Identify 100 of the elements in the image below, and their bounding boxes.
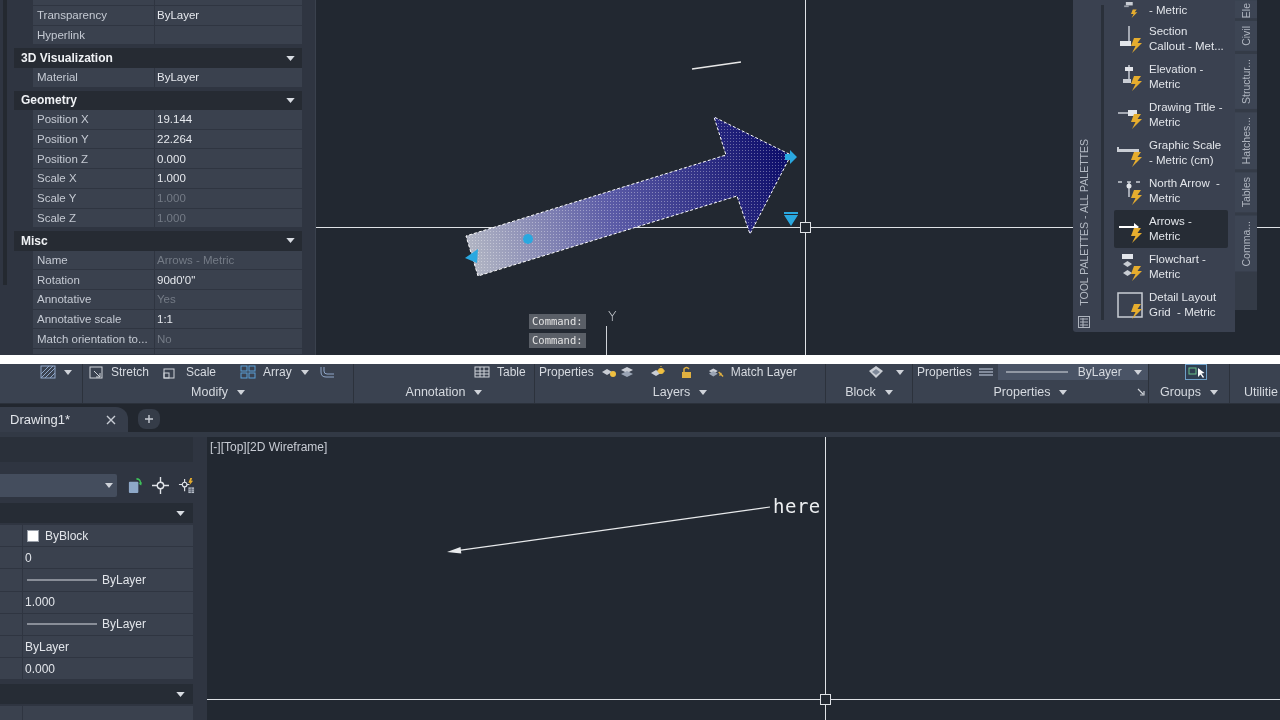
palette-tab[interactable]: Ele [1235,0,1257,19]
palette-tab[interactable]: Structur... [1235,54,1257,109]
ucs-axis-line [606,326,607,355]
panel-title-button[interactable]: Modify [191,384,245,399]
palette-item[interactable]: Flowchart - Metric [1114,248,1228,286]
property-value[interactable]: 0.000 [155,149,302,170]
linetype-sample-icon [27,577,97,582]
caret-icon [884,389,893,395]
property-value[interactable]: 1:1 [155,309,302,330]
block-arrow-shape[interactable] [465,116,792,277]
property-value[interactable]: ByLayer [155,67,302,88]
ribbon-tool-button[interactable]: Table [474,365,526,379]
property-label: Rotation [33,270,155,291]
drawing-text[interactable]: here [773,495,821,517]
close-icon[interactable] [106,414,116,425]
caret-icon[interactable] [300,369,309,375]
caret-icon [699,389,708,395]
palette-item[interactable]: Detail Layout Grid - Metric [1114,286,1228,324]
ribbon-tool-button[interactable]: Properties [539,365,594,379]
panel-title-button[interactable]: Layers [652,384,708,399]
stretch-icon [88,365,104,379]
caret-icon[interactable] [896,369,904,375]
palette-item[interactable]: Elevation - Metric [1114,58,1228,96]
property-value[interactable]: 90d0'0" [155,270,302,291]
property-value[interactable]: ByLayer [155,6,302,26]
list-icon[interactable] [977,365,994,379]
property-value[interactable]: 1.000 [23,591,193,614]
property-label: Annotative scale [33,309,155,330]
select-objects-icon[interactable] [127,477,144,494]
property-label: Hyperlink [33,25,155,46]
grip-dot-icon[interactable] [523,234,533,244]
block-icon[interactable] [868,365,884,379]
caret-icon [1210,389,1218,395]
axis-label: Y [608,308,617,324]
group-select-icon[interactable] [1185,364,1207,380]
grip-triangle-icon[interactable] [465,249,478,263]
panel-title-button[interactable]: Groups [1160,384,1218,399]
property-value[interactable]: 22.264 [155,129,302,150]
palette-item[interactable]: North Arrow - Metric [1114,172,1228,210]
panel-title-button[interactable]: Properties [993,384,1068,399]
sun-icon[interactable] [649,365,666,379]
property-value[interactable]: ByLayer [23,569,193,592]
viewport-controls-label[interactable]: [-][Top][2D Wireframe] [210,440,328,455]
caret-icon [1133,369,1142,375]
caret-icon [1059,389,1068,395]
property-value[interactable]: 1.000 [155,169,302,189]
quick-select-icon[interactable] [178,477,195,494]
palette-tab[interactable]: Hatches... [1235,111,1257,170]
crosshair-icon[interactable] [152,477,169,494]
hatch-icon[interactable] [40,365,56,379]
property-label: Scale X [33,169,155,189]
ribbon-tool-button[interactable]: Match Layer [707,365,797,379]
ribbon-tool-button[interactable]: Properties [917,365,972,379]
ribbon-tool-button[interactable]: Array [240,365,292,379]
property-label: Match orientation to... [33,329,155,350]
grip-triangle-icon[interactable] [784,212,798,226]
caret-icon [105,483,113,488]
palette-item[interactable]: Graphic Scale - Metric (cm) [1114,134,1228,172]
linetype-sample-icon [27,622,97,627]
properties-icon[interactable] [1078,316,1090,328]
palette-tab[interactable]: Tables [1235,172,1257,213]
new-tab-button[interactable] [138,409,160,429]
fillet-icon[interactable] [318,365,335,379]
section-header[interactable]: Geometry [14,90,302,111]
section-header[interactable]: Misc [14,231,302,251]
caret-icon[interactable] [64,369,72,375]
property-value[interactable]: 0 [23,547,193,570]
property-value[interactable]: 0.000 [23,658,193,681]
ribbon-tool-button[interactable]: Scale [163,365,217,379]
property-value[interactable]: ByBlock [23,525,193,548]
panel-title-button[interactable]: Annotation [405,384,483,399]
palette-item[interactable]: Section Callout - Met... [1114,20,1228,58]
property-label: Annotative [33,290,155,310]
caret-icon [236,389,245,395]
property-value[interactable]: ByLayer [23,635,193,659]
palette-tab[interactable]: Comma... [1235,215,1257,272]
ribbon-tool-button[interactable]: Stretch [88,365,149,379]
file-tab[interactable]: Drawing1* [0,407,128,432]
grip-arrow-icon[interactable] [785,150,797,164]
property-value[interactable]: ByLayer [23,613,193,636]
palette-tab[interactable]: Civil [1235,21,1257,52]
property-label: Material [33,67,155,88]
property-value[interactable]: 19.144 [155,110,302,130]
palette-item[interactable]: Arrows - Metric [1114,210,1228,248]
panel-title-button[interactable]: Block [845,384,893,399]
section-header[interactable]: 3D Visualization [14,48,302,68]
line-segment [691,61,742,70]
linetype-dropdown[interactable]: ByLayer [997,364,1148,380]
property-label: Transparency [33,6,155,26]
palette-item[interactable]: - Metric [1114,0,1228,20]
panel-title-button[interactable]: Utilitie [1244,384,1279,399]
property-label: Position X [33,110,155,130]
launcher-arrow-icon[interactable] [1137,388,1145,396]
palette-item[interactable]: Drawing Title - Metric [1114,96,1228,134]
color-swatch-icon [27,529,39,542]
array-icon [240,365,257,379]
caret-icon [474,389,483,395]
linetype-sample-icon [1005,370,1068,374]
leader-arrow[interactable] [447,506,771,554]
property-label: Scale Z [33,208,155,229]
